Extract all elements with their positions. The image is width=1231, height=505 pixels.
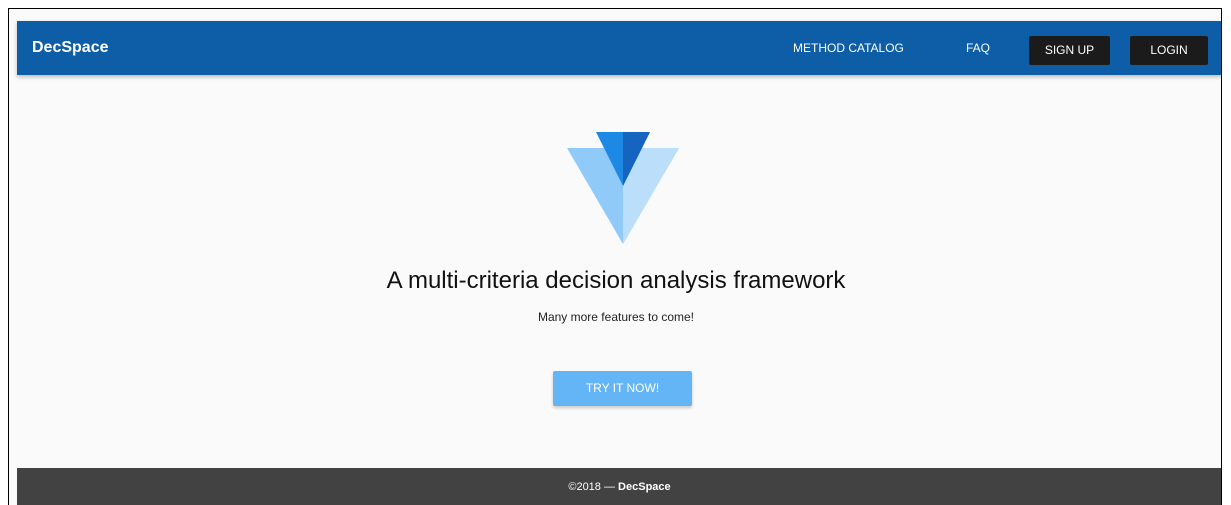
hero-headline: A multi-criteria decision analysis frame… <box>386 267 846 294</box>
try-it-now-button[interactable]: TRY IT NOW! <box>553 371 692 406</box>
browser-viewport: DecSpace METHOD CATALOG FAQ SIGN UP LOGI… <box>8 8 1222 505</box>
footer-copyright: ©2018 — <box>568 481 615 493</box>
top-app-bar: DecSpace METHOD CATALOG FAQ SIGN UP LOGI… <box>17 21 1221 75</box>
hero-subtitle: Many more features to come! <box>537 310 695 324</box>
login-button[interactable]: LOGIN <box>1130 36 1208 65</box>
sign-up-button[interactable]: SIGN UP <box>1029 36 1110 65</box>
footer: ©2018 — DecSpace <box>17 468 1221 505</box>
nav-faq[interactable]: FAQ <box>966 21 990 75</box>
v-logo-icon <box>567 132 679 244</box>
brand-title[interactable]: DecSpace <box>32 21 109 75</box>
footer-brand: DecSpace <box>618 481 671 493</box>
nav-method-catalog[interactable]: METHOD CATALOG <box>793 21 904 75</box>
